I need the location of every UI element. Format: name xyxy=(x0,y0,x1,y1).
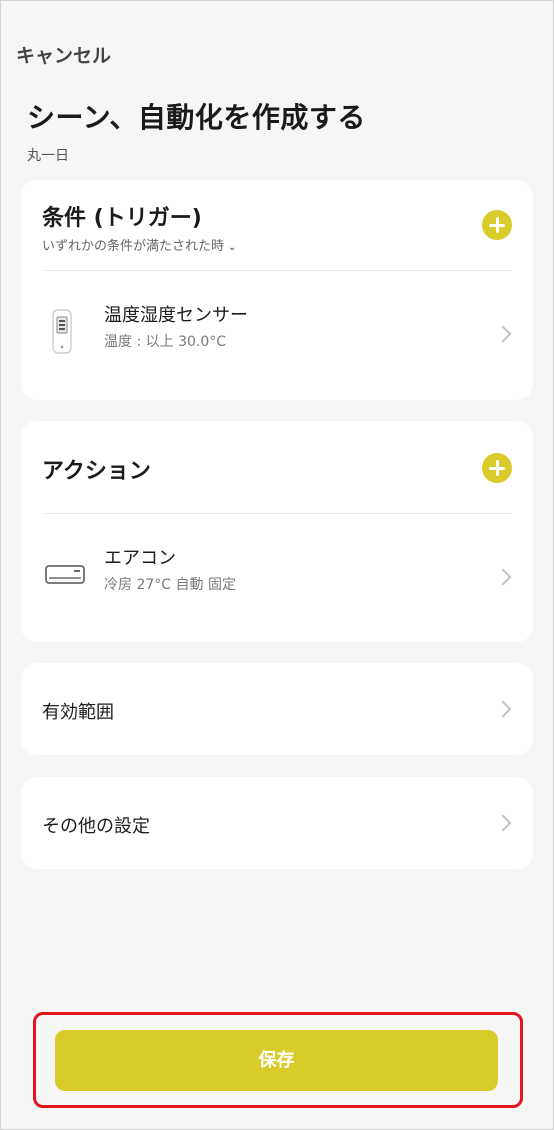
action-section-title: アクション xyxy=(42,459,151,484)
air-conditioner-icon xyxy=(45,565,85,584)
chevron-down-icon: ⌄ xyxy=(228,242,237,253)
chevron-right-icon xyxy=(494,325,512,343)
chevron-right-icon xyxy=(494,814,512,832)
scope-label: 有効範囲 xyxy=(42,702,114,723)
device-action-settings: 冷房 27°C 自動 固定 xyxy=(104,577,236,593)
trigger-condition-label: いずれかの条件が満たされた時 xyxy=(42,239,225,254)
save-button[interactable]: 保存 xyxy=(55,1030,498,1091)
thermometer-sensor-icon xyxy=(52,309,72,354)
other-settings-label: その他の設定 xyxy=(42,816,150,837)
add-trigger-button[interactable] xyxy=(482,210,512,240)
other-settings-row[interactable]: その他の設定 xyxy=(21,777,533,869)
device-name: 温度湿度センサー xyxy=(104,305,248,326)
trigger-condition-selector[interactable]: いずれかの条件が満たされた時 ⌄ xyxy=(42,235,236,254)
schedule-subtitle: 丸一日 xyxy=(27,148,69,164)
action-card: アクション エアコン 冷房 27°C 自動 固定 xyxy=(21,421,533,642)
chevron-right-icon xyxy=(494,700,512,718)
device-name: エアコン xyxy=(104,548,176,569)
cancel-button[interactable]: キャンセル xyxy=(16,41,111,68)
add-action-button[interactable] xyxy=(482,453,512,483)
chevron-right-icon xyxy=(494,568,512,586)
trigger-card: 条件 (トリガー) いずれかの条件が満たされた時 ⌄ 温度湿度センサー 温度 : … xyxy=(21,180,533,400)
trigger-section-title: 条件 (トリガー) xyxy=(42,206,202,231)
action-item-aircon[interactable]: エアコン 冷房 27°C 自動 固定 xyxy=(21,514,533,642)
page-title: シーン、自動化を作成する xyxy=(27,101,366,134)
trigger-item-sensor[interactable]: 温度湿度センサー 温度 : 以上 30.0°C xyxy=(21,271,533,400)
device-condition: 温度 : 以上 30.0°C xyxy=(104,334,227,350)
scope-row[interactable]: 有効範囲 xyxy=(21,663,533,755)
